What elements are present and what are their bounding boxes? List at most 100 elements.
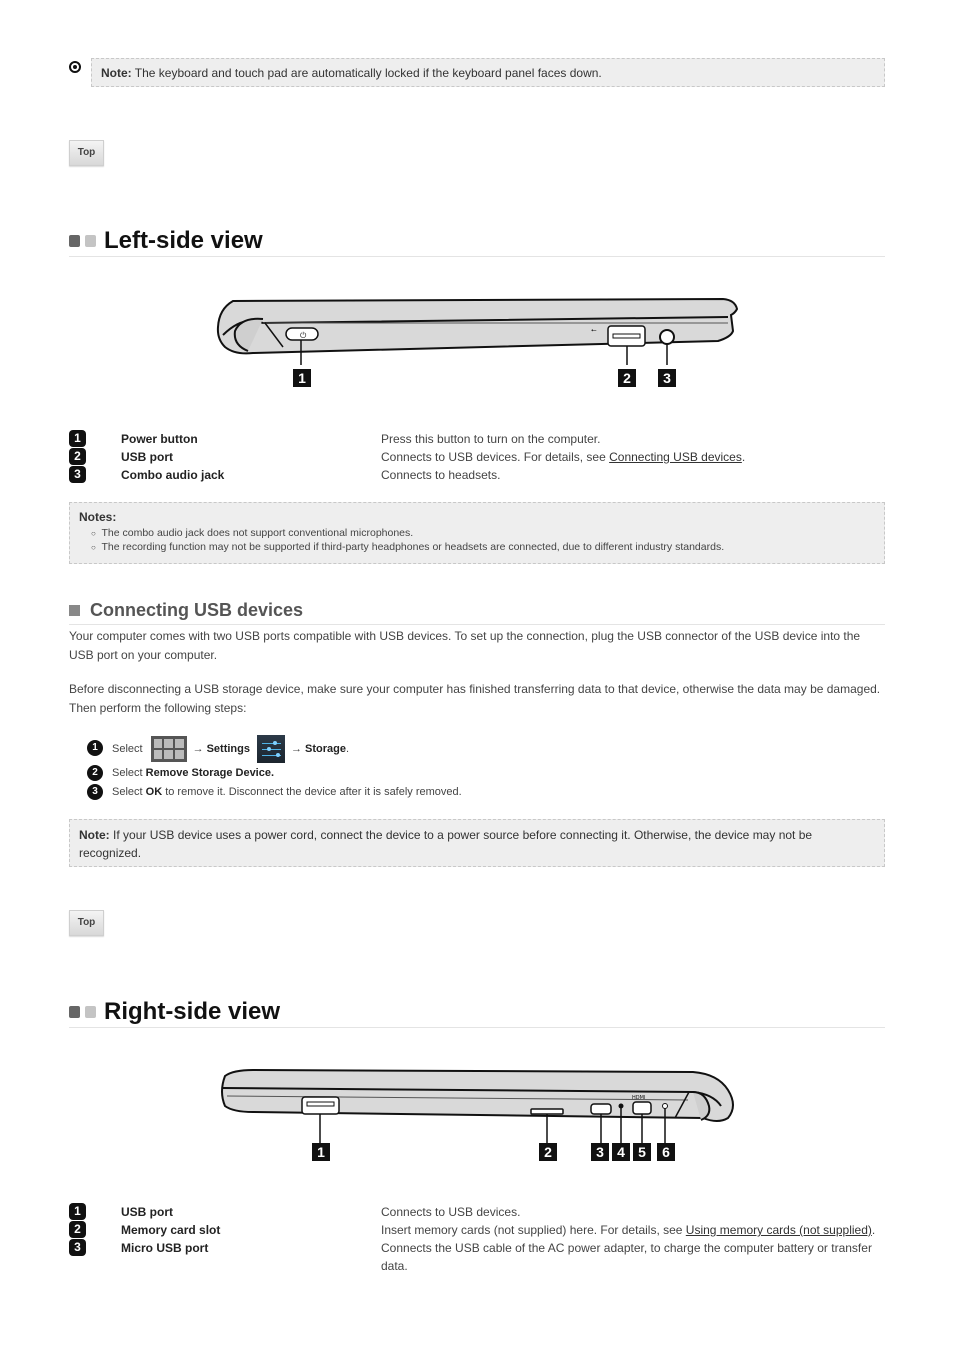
item-number-badge: 2 bbox=[69, 448, 86, 465]
notes-item: ○ The combo audio jack does not support … bbox=[79, 527, 875, 539]
top-button[interactable]: Top bbox=[69, 910, 104, 936]
note-text: If your USB device uses a power cord, co… bbox=[79, 828, 813, 860]
reset-hole-shape bbox=[662, 1103, 668, 1109]
item-number-badge: 3 bbox=[69, 466, 86, 483]
item-label: Combo audio jack bbox=[121, 468, 225, 482]
step-number: 1 bbox=[87, 740, 103, 756]
micro-usb-port-shape bbox=[590, 1103, 612, 1115]
callout-1: 1 bbox=[293, 369, 311, 387]
item-number-badge: 1 bbox=[69, 430, 86, 447]
heading-square-light-icon bbox=[85, 1006, 96, 1018]
item-desc-end: . bbox=[741, 450, 746, 464]
subsection-heading: Connecting USB devices bbox=[69, 600, 303, 621]
step-text: Select bbox=[112, 767, 146, 779]
item-desc: Insert memory cards (not supplied) here.… bbox=[381, 1221, 875, 1239]
step-1: Select → Settings → Storage. bbox=[112, 735, 350, 763]
callout-4: 4 bbox=[612, 1143, 630, 1161]
arrow: → bbox=[192, 743, 204, 755]
note-label: Note: bbox=[79, 828, 110, 842]
list-item: 2 USB port Connects to USB devices. For … bbox=[69, 448, 885, 466]
notes-item: ○ The recording function may not be supp… bbox=[79, 541, 875, 553]
item-desc: Connects the USB cable of the AC power a… bbox=[381, 1241, 872, 1273]
callout-5: 5 bbox=[633, 1143, 651, 1161]
section-heading-right-side-view: Right-side view bbox=[69, 998, 280, 1026]
heading-square-icon bbox=[69, 605, 80, 616]
notes-item-text: The combo audio jack does not support co… bbox=[101, 527, 414, 539]
step-text-end: . bbox=[345, 743, 350, 755]
heading-square-dark-icon bbox=[69, 1006, 80, 1018]
step-3: Select OK to remove it. Disconnect the d… bbox=[112, 786, 462, 798]
item-desc-text: Connects to USB devices. For details, se… bbox=[381, 450, 610, 464]
settings-sliders-icon bbox=[256, 735, 285, 763]
list-item: 2 Memory card slot Insert memory cards (… bbox=[69, 1221, 885, 1239]
section-title: Right-side view bbox=[104, 998, 281, 1025]
list-item: 3 Micro USB port Connects the USB cable … bbox=[69, 1239, 885, 1275]
svg-text:⭠: ⭠ bbox=[591, 326, 597, 334]
item-number-badge: 3 bbox=[69, 1239, 86, 1256]
step-text: Select bbox=[112, 786, 146, 798]
item-desc: Connects to headsets. bbox=[381, 468, 501, 482]
item-label: USB port bbox=[121, 1205, 173, 1219]
heading-divider bbox=[69, 1027, 885, 1028]
subsection-divider bbox=[69, 624, 885, 625]
right-side-laptop-illustration: HDMI bbox=[221, 1068, 734, 1146]
subsection-title: Connecting USB devices bbox=[90, 600, 304, 620]
step-bold: Remove Storage Device. bbox=[145, 767, 275, 779]
settings-label: Settings bbox=[206, 743, 250, 755]
hdmi-label: HDMI bbox=[632, 1095, 645, 1101]
note-label: Note: bbox=[101, 66, 132, 80]
left-side-laptop-illustration: ⏻ ⭠ bbox=[216, 297, 739, 365]
item-label: Micro USB port bbox=[121, 1241, 209, 1255]
section-heading-left-side-view: Left-side view bbox=[69, 227, 263, 255]
radio-bullet-icon bbox=[69, 61, 81, 73]
step-text: Select bbox=[112, 743, 143, 755]
storage-label: Storage bbox=[304, 743, 346, 755]
list-item: 1 Power button Press this button to turn… bbox=[69, 430, 885, 448]
usb-paragraph-1: Your computer comes with two USB ports c… bbox=[69, 629, 861, 662]
list-item: 3 Combo audio jack Connects to headsets. bbox=[69, 466, 885, 484]
hollow-bullet-icon: ○ bbox=[91, 543, 96, 552]
item-desc-end: . bbox=[871, 1223, 876, 1237]
list-item: 1 USB port Connects to USB devices. bbox=[69, 1203, 885, 1221]
hollow-bullet-icon: ○ bbox=[91, 529, 96, 538]
notes-title: Notes: bbox=[79, 510, 117, 524]
callout-1: 1 bbox=[312, 1143, 330, 1161]
audio-jack-shape bbox=[659, 329, 675, 345]
connecting-usb-devices-link[interactable]: Connecting USB devices bbox=[609, 450, 742, 464]
item-number-badge: 2 bbox=[69, 1221, 86, 1238]
step-2: Select Remove Storage Device. bbox=[112, 767, 274, 779]
hdmi-port-shape bbox=[632, 1101, 652, 1115]
item-desc-text: Insert memory cards (not supplied) here.… bbox=[381, 1223, 686, 1237]
item-desc: Connects to USB devices. bbox=[381, 1205, 521, 1219]
item-number-badge: 1 bbox=[69, 1203, 86, 1220]
step-text-end: to remove it. Disconnect the device afte… bbox=[162, 786, 462, 798]
item-label: Power button bbox=[121, 432, 198, 446]
memory-card-slot-shape bbox=[530, 1108, 564, 1115]
notes-box: Notes: ○ The combo audio jack does not s… bbox=[69, 502, 885, 564]
callout-2: 2 bbox=[539, 1143, 557, 1161]
heading-square-light-icon bbox=[85, 235, 96, 247]
indicator-shape bbox=[618, 1103, 624, 1109]
heading-divider bbox=[69, 256, 885, 257]
item-desc: Connects to USB devices. For details, se… bbox=[381, 448, 745, 466]
keyboard-lock-note: Note: The keyboard and touch pad are aut… bbox=[91, 58, 885, 87]
step-number: 2 bbox=[87, 765, 103, 781]
heading-square-dark-icon bbox=[69, 235, 80, 247]
usb-paragraph-2: Before disconnecting a USB storage devic… bbox=[69, 682, 881, 715]
page-title: Left-side view bbox=[104, 227, 263, 254]
arrow: → bbox=[290, 743, 302, 755]
item-desc: Press this button to turn on the compute… bbox=[381, 432, 601, 446]
callout-6: 6 bbox=[657, 1143, 675, 1161]
left-view-item-list: 1 Power button Press this button to turn… bbox=[69, 430, 885, 484]
usb-power-note: Note: If your USB device uses a power co… bbox=[69, 819, 885, 867]
top-button[interactable]: Top bbox=[69, 140, 104, 166]
svg-text:⏻: ⏻ bbox=[300, 331, 307, 340]
step-number: 3 bbox=[87, 784, 103, 800]
callout-3: 3 bbox=[658, 369, 676, 387]
note-text: The keyboard and touch pad are automatic… bbox=[134, 66, 602, 80]
item-label: Memory card slot bbox=[121, 1223, 221, 1237]
usb-port-shape bbox=[607, 325, 646, 347]
right-view-item-list: 1 USB port Connects to USB devices. 2 Me… bbox=[69, 1203, 885, 1275]
callout-3: 3 bbox=[591, 1143, 609, 1161]
using-memory-cards-link[interactable]: Using memory cards (not supplied) bbox=[686, 1223, 872, 1237]
